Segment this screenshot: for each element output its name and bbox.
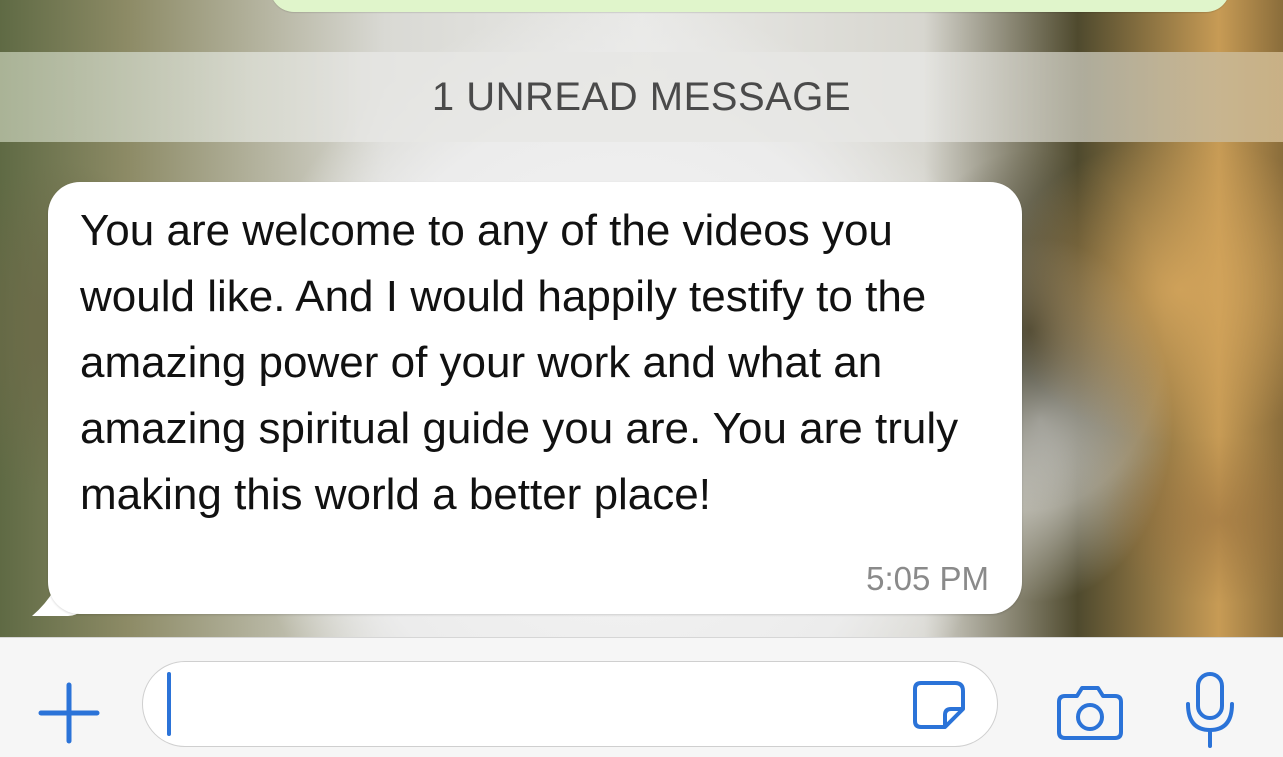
text-cursor (167, 672, 171, 736)
plus-icon (38, 682, 100, 744)
unread-messages-banner: 1 UNREAD MESSAGE (0, 52, 1283, 142)
sticker-button[interactable] (911, 679, 967, 731)
camera-icon (1057, 686, 1123, 740)
microphone-icon (1186, 672, 1234, 748)
message-text: You are welcome to any of the videos you… (80, 206, 959, 519)
voice-message-button[interactable] (1178, 668, 1242, 752)
chat-screen: 1 UNREAD MESSAGE You are welcome to any … (0, 0, 1283, 757)
previous-sent-message-bubble[interactable] (270, 0, 1230, 12)
banner-background-left (0, 52, 360, 142)
attach-button[interactable] (34, 678, 104, 748)
banner-background-right (923, 52, 1283, 142)
message-timestamp: 5:05 PM (866, 560, 989, 597)
unread-banner-label: 1 UNREAD MESSAGE (431, 74, 852, 119)
sticker-icon (913, 681, 965, 729)
message-input-bar (0, 637, 1283, 757)
message-text-field[interactable] (142, 661, 998, 747)
camera-button[interactable] (1052, 678, 1128, 748)
